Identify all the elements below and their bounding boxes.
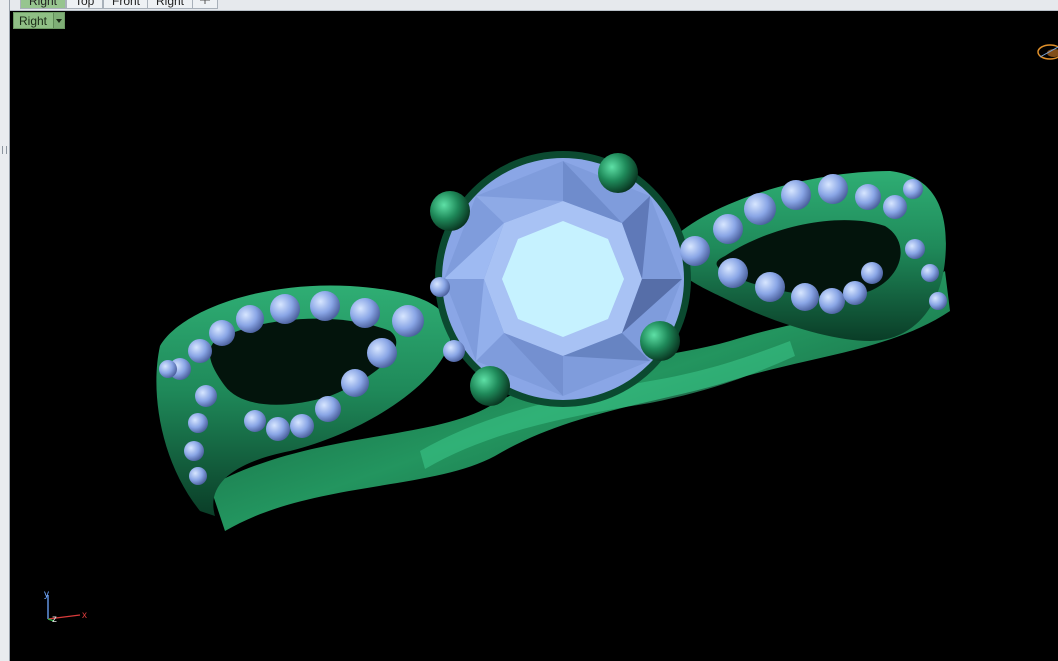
tab-front[interactable]: Front	[103, 0, 150, 9]
3d-viewport[interactable]: y x z Right	[10, 11, 1058, 661]
tab-right-active[interactable]: Right	[20, 0, 67, 9]
axis-x-label: x	[82, 610, 87, 621]
axis-z-label: z	[52, 614, 57, 625]
prong	[470, 366, 510, 406]
left-panel-edge[interactable]	[0, 0, 10, 661]
plus-icon	[200, 0, 210, 4]
axis-y-label: y	[44, 589, 49, 600]
prong	[598, 153, 638, 193]
center-gem	[444, 161, 682, 396]
viewport-name-label: Right	[19, 13, 48, 28]
ring-render: y x z	[44, 44, 1058, 625]
viewport-tab-bar: Right Top Front Right	[10, 0, 1058, 11]
prong	[640, 321, 680, 361]
tab-top[interactable]: Top	[66, 0, 104, 9]
chevron-down-icon[interactable]	[53, 13, 65, 28]
rotate-view-icon[interactable]	[1037, 44, 1058, 60]
add-viewport-tab-button[interactable]	[192, 0, 218, 9]
axis-triad: y x z	[44, 589, 87, 625]
tab-right[interactable]: Right	[147, 0, 194, 9]
viewport-name-menu[interactable]: Right	[13, 12, 66, 29]
panel-resize-grip[interactable]	[2, 146, 7, 154]
prong	[430, 191, 470, 231]
